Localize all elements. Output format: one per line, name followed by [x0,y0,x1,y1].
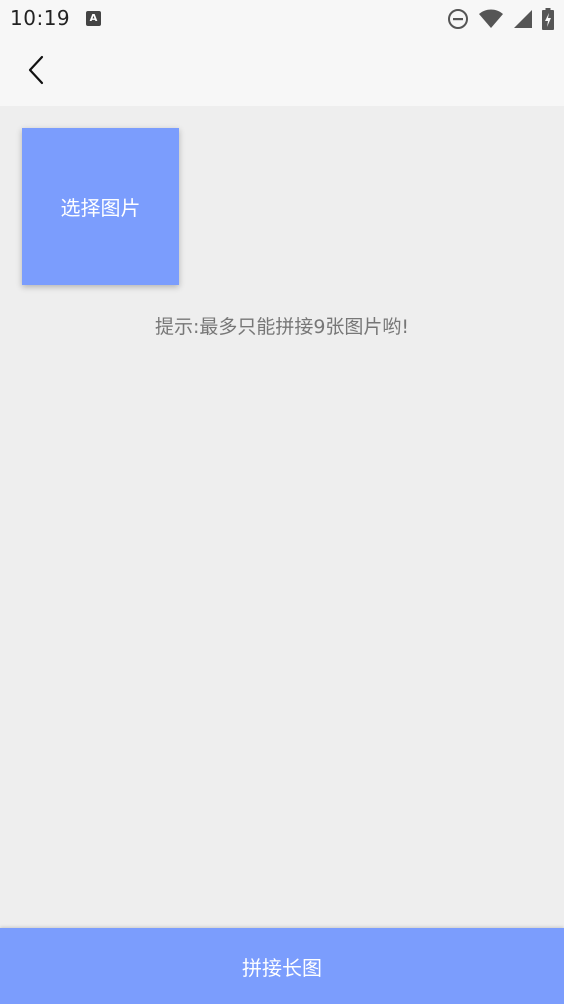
select-image-button[interactable]: 选择图片 [22,128,179,285]
status-icons [447,8,554,34]
hint-text: 提示:最多只能拼接9张图片哟! [154,316,410,338]
do-not-disturb-icon [447,8,469,34]
stitch-long-image-label: 拼接长图 [242,955,322,980]
cell-signal-icon [513,9,533,33]
stitch-long-image-button[interactable]: 拼接长图 [0,928,564,1004]
battery-charging-icon [542,8,554,34]
status-time: 10:19 [10,6,71,30]
chevron-left-icon [26,55,46,89]
select-image-label: 选择图片 [60,196,141,220]
status-bar: 10:19 A [0,0,564,38]
app-bar [0,38,564,106]
wifi-icon [478,9,504,33]
a-notification-icon: A [86,11,101,26]
back-button[interactable] [14,50,58,94]
content-area: 选择图片 提示:最多只能拼接9张图片哟! [0,106,564,928]
